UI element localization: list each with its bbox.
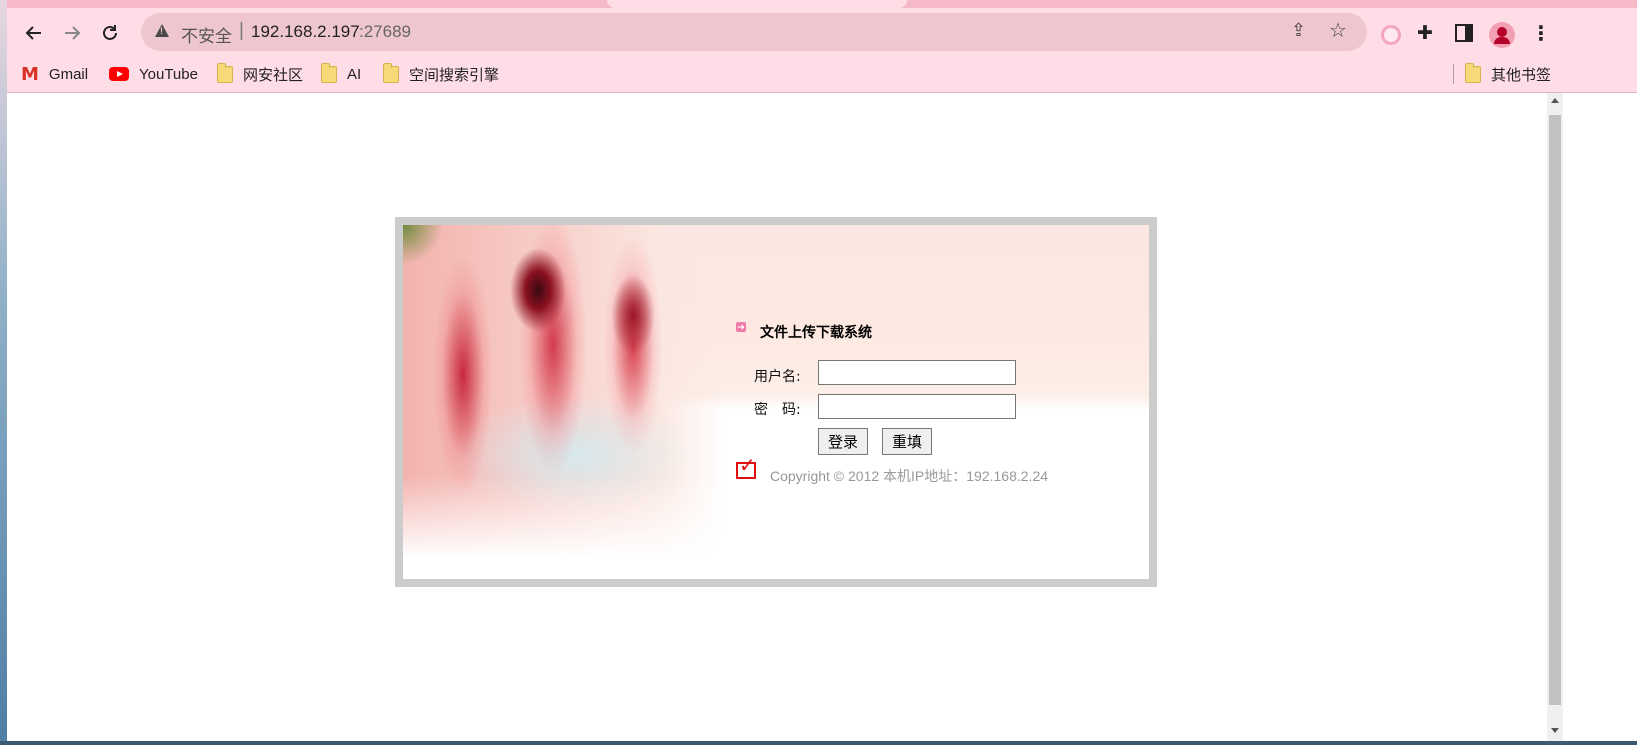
copyright-text: Copyright © 2012 本机IP地址：192.168.2.24 xyxy=(770,468,1049,484)
bookmark-folder-ai[interactable]: AI xyxy=(321,62,361,86)
bookmark-label: 网安社区 xyxy=(243,66,304,84)
bookmark-label: AI xyxy=(347,65,362,83)
reload-button[interactable] xyxy=(95,18,125,48)
page-viewport: ➜ 文件上传下载系统 用户名: 密 码: 登录 重填 ✓ Copyright ©… xyxy=(7,93,1547,741)
gmail-icon: M xyxy=(21,63,39,85)
password-label: 密 码: xyxy=(754,402,801,418)
bookmark-star-icon[interactable]: ☆ xyxy=(1329,18,1347,43)
reset-button[interactable]: 重填 xyxy=(882,428,932,455)
url-separator: | xyxy=(239,20,244,41)
browser-window: 不安全 | 192.168.2.197 :27689 ⇪ ☆ ✚ ⋮ M Gma… xyxy=(7,0,1637,741)
desktop-edge xyxy=(0,0,7,745)
url-port[interactable]: :27689 xyxy=(359,22,411,42)
folder-icon xyxy=(217,62,233,83)
vertical-scrollbar[interactable] xyxy=(1547,93,1563,741)
scrollbar-thumb[interactable] xyxy=(1549,115,1561,705)
bookmarks-divider xyxy=(1453,64,1454,84)
scroll-up-arrow-icon[interactable] xyxy=(1551,98,1559,103)
login-panel: ➜ 文件上传下载系统 用户名: 密 码: 登录 重填 ✓ Copyright ©… xyxy=(395,217,1157,587)
bookmark-other-folder[interactable]: 其他书签 xyxy=(1465,62,1551,86)
address-bar[interactable]: 不安全 | 192.168.2.197 :27689 ⇪ ☆ xyxy=(141,13,1367,51)
folder-icon xyxy=(1465,62,1481,83)
security-label[interactable]: 不安全 xyxy=(181,22,232,47)
back-button[interactable] xyxy=(19,18,49,48)
username-label: 用户名: xyxy=(754,369,801,385)
forward-button[interactable] xyxy=(57,18,87,48)
bookmark-label: YouTube xyxy=(139,65,198,83)
bookmarks-bar: M Gmail YouTube 网安社区 AI 空间搜索引擎 其他书签 xyxy=(7,56,1637,93)
username-input[interactable] xyxy=(818,360,1016,385)
folder-icon xyxy=(321,62,337,83)
password-input[interactable] xyxy=(818,394,1016,419)
bookmark-folder-search-engines[interactable]: 空间搜索引擎 xyxy=(383,62,499,86)
more-menu-icon[interactable]: ⋮ xyxy=(1531,21,1551,46)
login-button[interactable]: 登录 xyxy=(818,428,868,455)
arrow-right-icon xyxy=(65,26,81,40)
scroll-down-arrow-icon[interactable] xyxy=(1551,728,1559,733)
warning-icon[interactable] xyxy=(155,24,169,37)
bookmark-folder-wangan[interactable]: 网安社区 xyxy=(217,62,303,86)
bookmark-youtube[interactable]: YouTube xyxy=(109,62,198,86)
folder-icon xyxy=(383,62,399,83)
bookmark-label: 其他书签 xyxy=(1491,66,1552,84)
tab-strip xyxy=(7,0,1637,8)
browser-toolbar: 不安全 | 192.168.2.197 :27689 ⇪ ☆ ✚ ⋮ xyxy=(7,8,1637,56)
login-panel-inner: ➜ 文件上传下载系统 用户名: 密 码: 登录 重填 ✓ Copyright ©… xyxy=(403,225,1149,579)
right-margin xyxy=(1563,93,1637,741)
active-tab[interactable] xyxy=(607,0,907,8)
system-title: 文件上传下载系统 xyxy=(760,325,872,341)
extension-icon[interactable] xyxy=(1381,25,1401,45)
checkmark-icon: ✓ xyxy=(739,455,756,477)
youtube-icon xyxy=(109,67,129,81)
bookmark-label: 空间搜索引擎 xyxy=(409,66,500,84)
reload-icon xyxy=(103,25,117,40)
bookmark-label: Gmail xyxy=(48,65,89,83)
side-panel-icon[interactable] xyxy=(1455,24,1473,42)
profile-avatar[interactable] xyxy=(1489,22,1515,48)
share-icon[interactable]: ⇪ xyxy=(1291,20,1306,41)
title-arrow-icon: ➜ xyxy=(736,322,746,332)
bookmark-gmail[interactable]: M Gmail xyxy=(21,62,88,86)
hero-image xyxy=(403,225,723,579)
arrow-left-icon xyxy=(25,26,41,40)
url-host[interactable]: 192.168.2.197 xyxy=(251,22,360,42)
extensions-puzzle-icon[interactable]: ✚ xyxy=(1417,22,1433,45)
desktop-taskbar-edge xyxy=(0,741,1637,745)
